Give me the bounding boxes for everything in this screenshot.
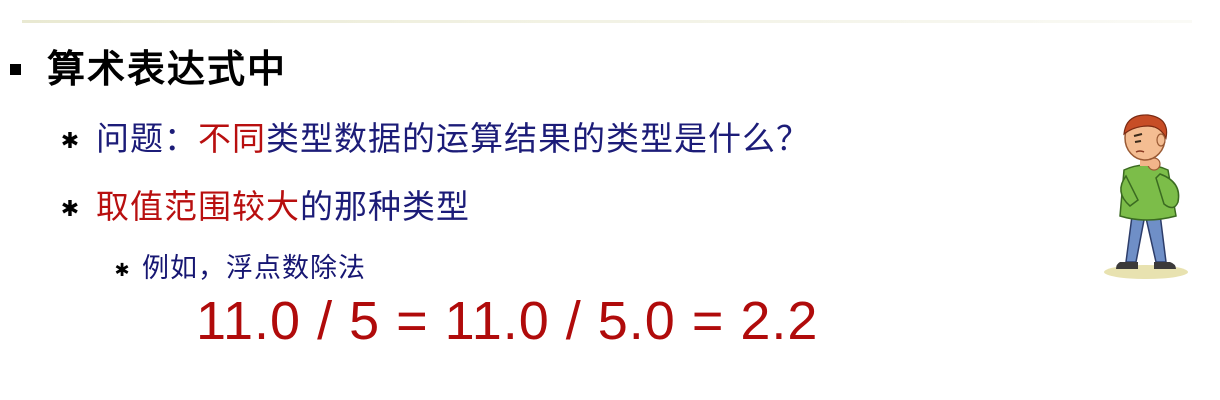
bullet-answer: ✱ 取值范围较大的那种类型	[60, 180, 470, 228]
square-bullet-icon	[10, 64, 21, 75]
division-equation: 11.0 / 5 = 11.0 / 5.0 = 2.2	[196, 291, 819, 351]
heading-row: 算术表达式中	[10, 38, 287, 93]
bullet-question: ✱ 问题：不同类型数据的运算结果的类型是什么？	[60, 112, 810, 160]
example-text: 例如，浮点数除法	[142, 253, 366, 284]
asterisk-bullet-icon: ✱	[60, 196, 80, 222]
answer-highlight: 取值范围较大	[96, 187, 300, 226]
answer-suffix: 的那种类型	[300, 187, 470, 226]
asterisk-bullet-icon: ✱	[114, 260, 130, 281]
thinking-boy-icon	[1104, 114, 1188, 279]
slide-heading: 算术表达式中	[47, 47, 288, 91]
bullet-example: ✱ 例如，浮点数除法	[112, 246, 366, 285]
question-suffix: 类型数据的运算结果的类型是什么？	[266, 119, 810, 158]
asterisk-bullet-icon: ✱	[60, 128, 80, 154]
bullet-question-text: 问题：不同类型数据的运算结果的类型是什么？	[96, 112, 810, 160]
question-prefix: 问题：	[96, 119, 198, 158]
slide: 算术表达式中 ✱ 问题：不同类型数据的运算结果的类型是什么？ ✱ 取值范围较大的…	[0, 0, 1220, 400]
question-highlight: 不同	[198, 119, 266, 158]
bullet-answer-text: 取值范围较大的那种类型	[96, 180, 470, 228]
